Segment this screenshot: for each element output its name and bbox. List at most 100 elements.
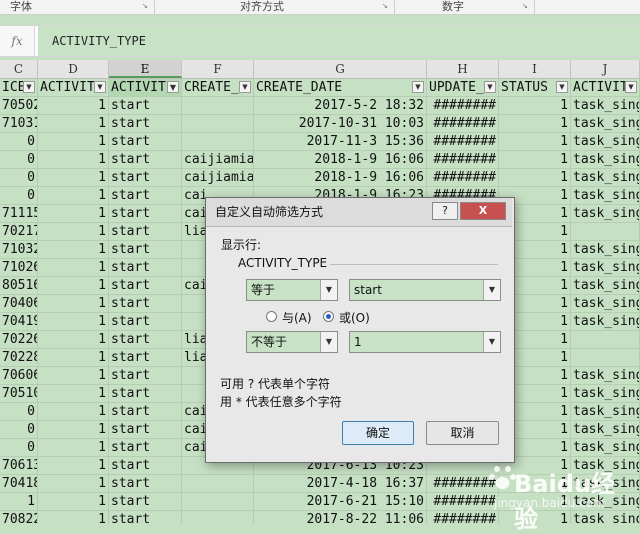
table-row[interactable]: 0 1 start 2017-11-3 15:36 ######## 1 task_sing	[0, 133, 640, 151]
table-cell[interactable]: 1	[38, 223, 109, 241]
table-cell[interactable]: ########	[427, 97, 499, 115]
table-cell[interactable]: 1	[38, 367, 109, 385]
table-cell[interactable]: 70606	[0, 367, 38, 385]
table-cell[interactable]: 1	[38, 295, 109, 313]
table-row[interactable]: 70502 1 start 2017-5-2 18:32 ######## 1 task_s…	[0, 97, 640, 115]
table-cell[interactable]: start	[109, 295, 182, 313]
table-cell[interactable]: 70418	[0, 475, 38, 493]
table-cell[interactable]: 1	[38, 511, 109, 524]
condition2-value-combo[interactable]: 1 ▼	[349, 331, 501, 353]
table-cell[interactable]: task_sing	[571, 97, 640, 115]
table-cell[interactable]: 1	[499, 133, 571, 151]
table-cell[interactable]: 80516	[0, 277, 38, 295]
table-cell[interactable]: 1	[38, 439, 109, 457]
table-cell[interactable]: start	[109, 241, 182, 259]
table-cell[interactable]: 1	[38, 151, 109, 169]
table-cell[interactable]: start	[109, 421, 182, 439]
condition1-operator-select[interactable]: 等于 ▼	[246, 279, 338, 301]
filter-dropdown-icon[interactable]: ▼	[23, 81, 35, 93]
header-cell[interactable]: UPDATE_ ▼	[427, 79, 499, 97]
table-cell[interactable]: 1	[38, 97, 109, 115]
font-dialog-launcher-icon[interactable]: ↘	[142, 2, 150, 10]
table-cell[interactable]: caijiamia	[182, 169, 254, 187]
table-cell[interactable]: 1	[38, 241, 109, 259]
table-cell[interactable]: task_sing	[571, 241, 640, 259]
table-cell[interactable]: 1	[38, 331, 109, 349]
table-cell[interactable]: ########	[427, 151, 499, 169]
filter-dropdown-icon[interactable]: ▼	[239, 81, 251, 93]
table-cell[interactable]: 2018-1-9 16:06	[254, 169, 427, 187]
table-cell[interactable]: 0	[0, 151, 38, 169]
column-header-d[interactable]: D	[38, 60, 109, 78]
header-cell-activity-type[interactable]: ACTIVIT ▼	[109, 79, 182, 97]
table-cell[interactable]: 1	[38, 313, 109, 331]
column-header-e[interactable]: E	[109, 60, 182, 78]
column-header-h[interactable]: H	[427, 60, 499, 78]
table-cell[interactable]: 70406	[0, 295, 38, 313]
table-cell[interactable]: start	[109, 115, 182, 133]
table-cell[interactable]: 1	[38, 115, 109, 133]
table-cell[interactable]: 1	[38, 403, 109, 421]
column-header-f[interactable]: F	[182, 60, 254, 78]
alignment-dialog-launcher-icon[interactable]: ↘	[382, 2, 390, 10]
condition2-operator-select[interactable]: 不等于 ▼	[246, 331, 338, 353]
table-cell[interactable]: task_sing	[571, 385, 640, 403]
table-cell[interactable]: 0	[0, 187, 38, 205]
table-cell[interactable]: 2017-4-18 16:37	[254, 475, 427, 493]
table-cell[interactable]: start	[109, 259, 182, 277]
table-cell[interactable]: start	[109, 151, 182, 169]
table-cell[interactable]	[182, 97, 254, 115]
table-cell[interactable]	[571, 349, 640, 367]
column-header-i[interactable]: I	[499, 60, 571, 78]
table-cell[interactable]	[571, 223, 640, 241]
filter-dropdown-icon[interactable]: ▼	[412, 81, 424, 93]
table-cell[interactable]: 1	[38, 421, 109, 439]
table-cell[interactable]: 1	[38, 187, 109, 205]
table-cell[interactable]: 2017-8-22 11:06	[254, 511, 427, 524]
table-cell[interactable]: 0	[0, 421, 38, 439]
table-cell[interactable]: 0	[0, 133, 38, 151]
number-dialog-launcher-icon[interactable]: ↘	[522, 2, 530, 10]
table-cell[interactable]: 70419	[0, 313, 38, 331]
table-cell[interactable]: 1	[499, 151, 571, 169]
table-cell[interactable]	[182, 133, 254, 151]
formula-input[interactable]: ACTIVITY_TYPE	[38, 26, 640, 56]
table-cell[interactable]: start	[109, 367, 182, 385]
table-cell[interactable]: task_sing	[571, 151, 640, 169]
close-button[interactable]: X	[460, 202, 506, 220]
table-cell[interactable]: start	[109, 475, 182, 493]
filter-dropdown-icon[interactable]: ▼	[556, 81, 568, 93]
table-cell[interactable]: start	[109, 439, 182, 457]
table-cell[interactable]: 71031	[0, 115, 38, 133]
table-cell[interactable]: caijiamia	[182, 151, 254, 169]
dialog-title-bar[interactable]: 自定义自动筛选方式 ? X	[206, 198, 512, 227]
table-cell[interactable]	[182, 493, 254, 511]
column-header-c[interactable]: C	[0, 60, 38, 78]
table-cell[interactable]: task_sing	[571, 259, 640, 277]
cancel-button[interactable]: 取消	[426, 421, 499, 445]
filter-dropdown-icon[interactable]: ▼	[625, 81, 637, 93]
active-filter-icon[interactable]: ▼	[167, 81, 179, 93]
table-cell[interactable]: 1	[38, 133, 109, 151]
table-cell[interactable]: 70217	[0, 223, 38, 241]
condition1-value-combo[interactable]: start ▼	[349, 279, 501, 301]
insert-function-icon[interactable]: fx	[0, 26, 35, 56]
or-radio[interactable]	[323, 311, 334, 322]
table-cell[interactable]: 2017-10-31 10:03	[254, 115, 427, 133]
table-cell[interactable]: start	[109, 277, 182, 295]
table-cell[interactable]: 2017-6-21 15:10	[254, 493, 427, 511]
table-row[interactable]: 0 1 start caijiamia 2018-1-9 16:06 ######## 1 t…	[0, 151, 640, 169]
table-cell[interactable]: start	[109, 349, 182, 367]
filter-dropdown-icon[interactable]: ▼	[484, 81, 496, 93]
table-cell[interactable]: 1	[0, 493, 38, 511]
table-cell[interactable]: 70226	[0, 331, 38, 349]
table-cell[interactable]: start	[109, 493, 182, 511]
table-cell[interactable]: 0	[0, 169, 38, 187]
table-cell[interactable]: 71026	[0, 259, 38, 277]
table-cell[interactable]: task_sing	[571, 205, 640, 223]
table-cell[interactable]: 1	[38, 277, 109, 295]
table-row[interactable]: 71031 1 start 2017-10-31 10:03 ######## 1 task…	[0, 115, 640, 133]
table-cell[interactable]	[182, 475, 254, 493]
or-radio-label[interactable]: 或(O)	[339, 309, 370, 326]
table-cell[interactable]: 1	[38, 475, 109, 493]
